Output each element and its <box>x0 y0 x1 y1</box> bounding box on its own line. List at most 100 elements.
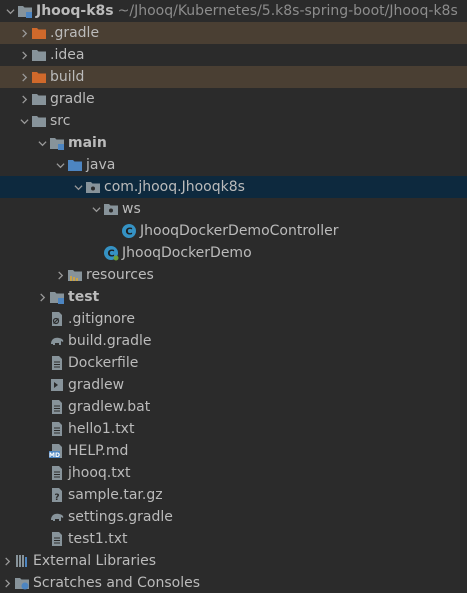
class-icon: C <box>121 223 137 239</box>
chevron-right-icon[interactable] <box>0 572 14 593</box>
item-label: JhooqDockerDemo <box>122 245 252 261</box>
tree-row-src[interactable]: src <box>0 110 467 132</box>
item-label: .gitignore <box>68 311 135 327</box>
chevron-down-icon[interactable] <box>53 154 67 176</box>
svg-text:MD: MD <box>49 452 60 459</box>
gradle-icon <box>49 333 65 349</box>
tree-row-build-gradle[interactable]: build.gradle <box>0 330 467 352</box>
tree-row-java[interactable]: java <box>0 154 467 176</box>
item-label: com.jhooq.Jhooqk8s <box>104 179 245 195</box>
svg-text:?: ? <box>54 493 59 503</box>
item-label: sample.tar.gz <box>68 487 163 503</box>
tree-row-controller[interactable]: C JhooqDockerDemoController <box>0 220 467 242</box>
chevron-down-icon[interactable] <box>3 0 17 22</box>
item-label: java <box>86 157 116 173</box>
item-label: ws <box>122 201 141 217</box>
ignore-file-icon <box>49 311 65 327</box>
package-icon <box>103 201 119 217</box>
project-tree: Jhooq-k8s ~/Jhooq/Kubernetes/5.k8s-sprin… <box>0 0 467 593</box>
chevron-right-icon[interactable] <box>17 88 31 110</box>
tree-row-test[interactable]: test <box>0 286 467 308</box>
tree-row-gradlew-bat[interactable]: gradlew.bat <box>0 396 467 418</box>
tree-row-resources[interactable]: resources <box>0 264 467 286</box>
tree-row-gradlew[interactable]: gradlew <box>0 374 467 396</box>
source-folder-icon <box>67 157 83 173</box>
folder-icon <box>31 91 47 107</box>
folder-icon <box>31 113 47 129</box>
module-folder-icon <box>17 3 33 19</box>
item-label: jhooq.txt <box>68 465 131 481</box>
tree-row-gradle-hidden[interactable]: .gradle <box>0 22 467 44</box>
folder-icon <box>31 47 47 63</box>
item-label: JhooqDockerDemoController <box>140 223 339 239</box>
unknown-file-icon: ? <box>49 487 65 503</box>
tree-row-help[interactable]: MD HELP.md <box>0 440 467 462</box>
item-label: Dockerfile <box>68 355 139 371</box>
tree-row-test1[interactable]: test1.txt <box>0 528 467 550</box>
chevron-down-icon[interactable] <box>17 110 31 132</box>
module-folder-icon <box>49 289 65 305</box>
text-file-icon <box>49 531 65 547</box>
tree-row-package[interactable]: com.jhooq.Jhooqk8s <box>0 176 467 198</box>
svg-text:C: C <box>125 227 132 238</box>
chevron-right-icon[interactable] <box>0 550 14 572</box>
resources-folder-icon <box>67 267 83 283</box>
item-label: HELP.md <box>68 443 129 459</box>
tree-row-jhooq[interactable]: jhooq.txt <box>0 462 467 484</box>
item-label: settings.gradle <box>68 509 173 525</box>
chevron-right-icon[interactable] <box>53 264 67 286</box>
item-label: hello1.txt <box>68 421 135 437</box>
spring-class-icon: C <box>103 245 119 261</box>
chevron-down-icon[interactable] <box>71 176 85 198</box>
item-label: test <box>68 289 100 305</box>
chevron-right-icon[interactable] <box>35 286 49 308</box>
item-label: External Libraries <box>33 553 156 569</box>
text-file-icon <box>49 421 65 437</box>
tree-row-idea[interactable]: .idea <box>0 44 467 66</box>
tree-row-external-libraries[interactable]: External Libraries <box>0 550 467 572</box>
tree-row-gradle[interactable]: gradle <box>0 88 467 110</box>
item-label: .idea <box>50 47 85 63</box>
item-label: gradlew <box>68 377 125 393</box>
tree-row-dockerfile[interactable]: Dockerfile <box>0 352 467 374</box>
tree-row-sample[interactable]: ? sample.tar.gz <box>0 484 467 506</box>
item-label: gradlew.bat <box>68 399 151 415</box>
item-label: Scratches and Consoles <box>33 575 200 591</box>
package-icon <box>85 179 101 195</box>
tree-row-scratches[interactable]: Scratches and Consoles <box>0 572 467 593</box>
excluded-folder-icon <box>31 69 47 85</box>
project-path: ~/Jhooq/Kubernetes/5.k8s-spring-boot/Jho… <box>117 3 458 19</box>
chevron-right-icon[interactable] <box>17 22 31 44</box>
chevron-right-icon[interactable] <box>17 44 31 66</box>
text-file-icon <box>49 465 65 481</box>
tree-row-project-root[interactable]: Jhooq-k8s ~/Jhooq/Kubernetes/5.k8s-sprin… <box>0 0 467 22</box>
module-folder-icon <box>49 135 65 151</box>
tree-row-build[interactable]: build <box>0 66 467 88</box>
item-label: gradle <box>50 91 95 107</box>
chevron-right-icon[interactable] <box>17 66 31 88</box>
item-label: .gradle <box>50 25 100 41</box>
item-label: test1.txt <box>68 531 128 547</box>
text-file-icon <box>49 399 65 415</box>
excluded-folder-icon <box>31 25 47 41</box>
item-label: src <box>50 113 71 129</box>
item-label: build.gradle <box>68 333 152 349</box>
item-label: main <box>68 135 107 151</box>
tree-row-gitignore[interactable]: .gitignore <box>0 308 467 330</box>
tree-row-hello1[interactable]: hello1.txt <box>0 418 467 440</box>
tree-row-ws[interactable]: ws <box>0 198 467 220</box>
item-label: build <box>50 69 85 85</box>
library-icon <box>14 553 30 569</box>
text-file-icon <box>49 355 65 371</box>
chevron-down-icon[interactable] <box>35 132 49 154</box>
tree-row-main[interactable]: main <box>0 132 467 154</box>
chevron-down-icon[interactable] <box>89 198 103 220</box>
shell-script-icon <box>49 377 65 393</box>
markdown-icon: MD <box>49 443 65 459</box>
tree-row-settings-gradle[interactable]: settings.gradle <box>0 506 467 528</box>
project-name: Jhooq-k8s <box>36 3 114 19</box>
item-label: resources <box>86 267 154 283</box>
tree-row-demo[interactable]: C JhooqDockerDemo <box>0 242 467 264</box>
gradle-icon <box>49 509 65 525</box>
scratches-icon <box>14 575 30 591</box>
